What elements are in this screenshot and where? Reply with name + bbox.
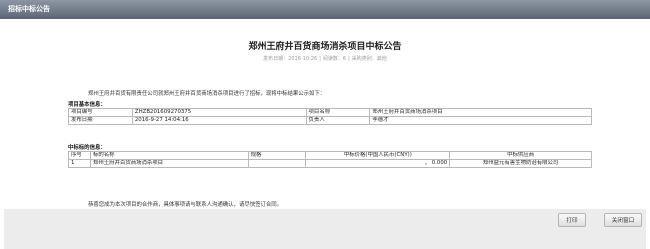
close-window-button[interactable]: 关闭窗口: [604, 213, 642, 227]
basic-value: 2016-9-27 14:04:16: [131, 116, 307, 125]
basic-label: 项目名称: [305, 108, 371, 117]
table-row: 项目编号 ZHZB201609270375 项目名称 郑州王府井百货商场消杀项目: [68, 108, 592, 117]
basic-label: 项目编号: [68, 108, 133, 117]
table-row: 发布日期 2016-9-27 14:04:16 负责人 李德才: [68, 116, 592, 125]
basic-value: ZHZB201609270375: [131, 108, 307, 117]
notice-meta: 发布日期：2016-10-26 | 阅读数：6 | 采购类别：其他: [4, 55, 646, 62]
section-basic-info-title: 项目基本信息：: [68, 102, 106, 108]
meta-views: 阅读数：6: [322, 56, 347, 62]
meta-date: 发布日期：2016-10-26: [263, 56, 318, 62]
meta-category: 采购类别：其他: [351, 56, 387, 62]
notice-content: 郑州王府井百货商场消杀项目中标公告 发布日期：2016-10-26 | 阅读数：6 |…: [4, 19, 646, 209]
basic-label: 负责人: [305, 116, 371, 125]
window-title: 招标中标公告: [8, 5, 50, 13]
table-header-row: 序号 标的名称 规格 中标价格(中国人民币(CNY)) 中标供应商: [68, 151, 592, 160]
basic-value: 李德才: [369, 116, 592, 125]
basic-value: 郑州王府井百货商场消杀项目: [369, 108, 592, 117]
table-row: 1 郑州王府井百货商场消杀项目 ， 0.000 郑州益元有害生物防治有限公司: [68, 159, 592, 168]
section-award-info-title: 中标标的信息：: [68, 145, 106, 151]
award-cell: 郑州益元有害生物防治有限公司: [449, 159, 592, 168]
basic-info-table: 项目编号 ZHZB201609270375 项目名称 郑州王府井百货商场消杀项目…: [68, 108, 592, 125]
meta-separator: |: [319, 56, 321, 62]
column-header: 标的名称: [89, 151, 249, 160]
basic-label: 发布日期: [68, 116, 133, 125]
award-cell: ， 0.000: [305, 159, 451, 168]
notice-title: 郑州王府井百货商场消杀项目中标公告: [248, 42, 402, 52]
footer-bar: 打印 关闭窗口: [4, 209, 646, 249]
award-cell: [247, 159, 307, 168]
column-header: 中标价格(中国人民币(CNY)): [305, 151, 451, 160]
column-header: 中标供应商: [449, 151, 592, 160]
award-cell: 郑州王府井百货商场消杀项目: [89, 159, 249, 168]
notice-closing: 恭喜您成为本次项目的合作商，具体事项请与联系人沟通确认，请尽快签订合同。: [88, 202, 283, 208]
award-table: 序号 标的名称 规格 中标价格(中国人民币(CNY)) 中标供应商 1 郑州王府…: [68, 151, 592, 168]
column-header: 规格: [247, 151, 307, 160]
award-cell: 1: [68, 159, 91, 168]
print-button[interactable]: 打印: [558, 213, 586, 227]
meta-separator: |: [348, 56, 350, 62]
column-header: 序号: [68, 151, 91, 160]
window-titlebar: 招标中标公告: [0, 0, 650, 19]
notice-intro: 郑州王府井百货有限责任公司就郑州王府井百货商场消杀项目进行了招标，现将中标结果公…: [88, 91, 326, 97]
